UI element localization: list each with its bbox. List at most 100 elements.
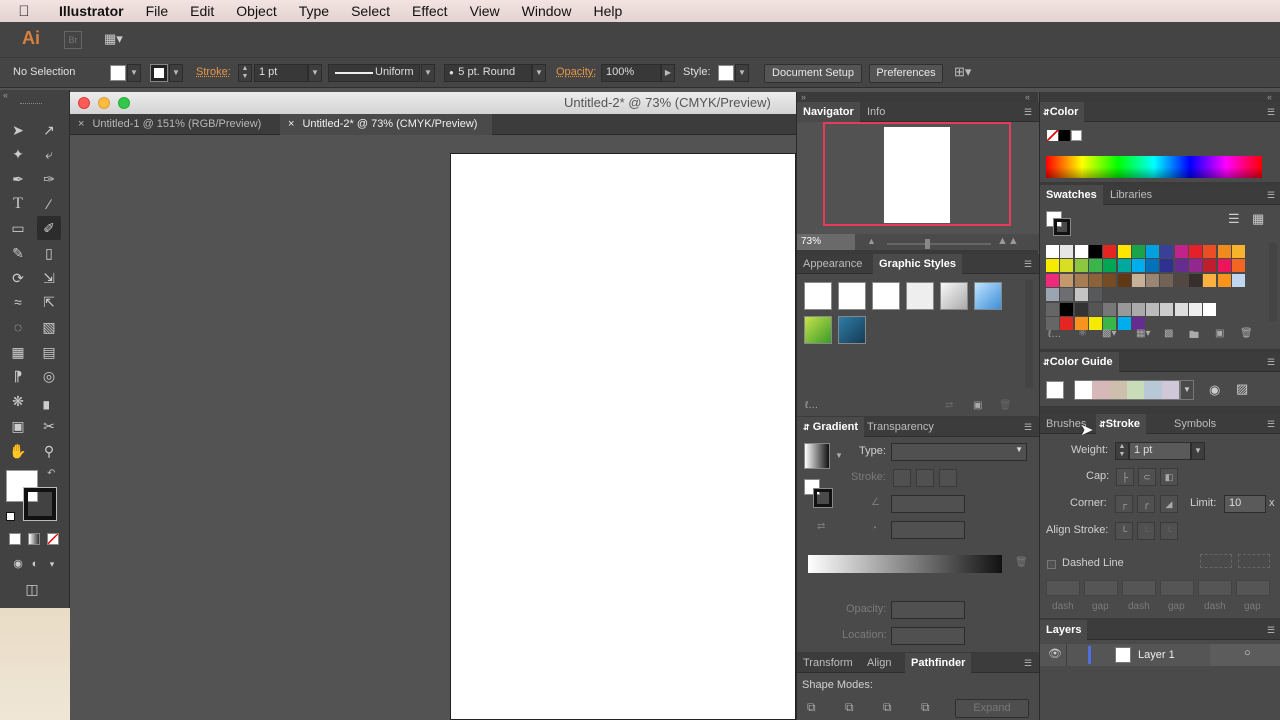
color-swatch[interactable] bbox=[1174, 245, 1188, 258]
menu-window[interactable]: Window bbox=[511, 3, 583, 19]
none-mode-icon[interactable] bbox=[47, 533, 59, 545]
stroke-weight-stepper[interactable]: ▲ ▼ bbox=[238, 64, 252, 82]
color-swatch[interactable] bbox=[1146, 259, 1160, 273]
color-swatch[interactable] bbox=[1160, 302, 1174, 316]
weight-input[interactable]: 1 pt bbox=[1129, 442, 1191, 460]
swatch-stroke-indicator[interactable] bbox=[1053, 218, 1071, 236]
color-swatch[interactable] bbox=[1103, 245, 1117, 258]
tab-pathfinder[interactable]: Pathfinder bbox=[905, 653, 972, 673]
color-swatch[interactable] bbox=[1117, 259, 1131, 273]
menu-edit[interactable]: Edit bbox=[179, 3, 225, 19]
document-title-bar[interactable]: Untitled-2* @ 73% (CMYK/Preview) bbox=[70, 92, 796, 114]
layer-name[interactable]: Layer 1 bbox=[1138, 649, 1175, 661]
artboard-tool-icon[interactable]: ▣ bbox=[6, 414, 30, 438]
pen-tool-icon[interactable]: ✒ bbox=[6, 167, 30, 191]
profile-dropdown-arrow[interactable]: ▼ bbox=[421, 64, 435, 82]
panel-collapse-icon[interactable]: ⇵ bbox=[803, 423, 810, 432]
color-swatch[interactable] bbox=[1231, 273, 1245, 287]
color-swatch[interactable] bbox=[1060, 245, 1074, 258]
gradient-thumbnail[interactable] bbox=[804, 443, 830, 469]
panel-menu-icon[interactable]: ☰ bbox=[1021, 657, 1035, 669]
miter-join-icon[interactable]: ┌ bbox=[1115, 495, 1133, 513]
color-none-swatch[interactable] bbox=[1047, 130, 1058, 141]
color-swatch[interactable] bbox=[1146, 245, 1160, 258]
gradient-tool-icon[interactable]: ▤ bbox=[37, 340, 61, 364]
graphic-style-teal[interactable] bbox=[838, 316, 866, 344]
document-setup-button[interactable]: Document Setup bbox=[764, 64, 862, 83]
rotate-tool-icon[interactable]: ⟳ bbox=[6, 266, 30, 290]
fill-swatch[interactable] bbox=[110, 65, 126, 81]
color-swatch[interactable] bbox=[1160, 259, 1174, 273]
show-swatch-kinds-icon[interactable]: ▩▾ bbox=[1102, 328, 1116, 339]
minus-front-icon[interactable]: ⧉ bbox=[845, 700, 854, 715]
color-swatch[interactable] bbox=[1103, 259, 1117, 273]
tab-graphic-styles[interactable]: Graphic Styles bbox=[873, 254, 963, 274]
color-swatch[interactable] bbox=[1060, 288, 1074, 302]
pencil-tool-icon[interactable]: ✎ bbox=[6, 241, 30, 265]
swap-fill-stroke-icon[interactable]: ↶ bbox=[47, 468, 55, 479]
tab-untitled-2[interactable]: × Untitled-2* @ 73% (CMYK/Preview) bbox=[280, 114, 492, 135]
menu-type[interactable]: Type bbox=[288, 3, 340, 19]
tab-align[interactable]: Align bbox=[861, 653, 897, 673]
gradient-type-select[interactable]: ▼ bbox=[891, 443, 1027, 461]
tab-info[interactable]: Info bbox=[861, 102, 891, 122]
stroke-weight-dropdown[interactable]: ▼ bbox=[308, 64, 322, 82]
graphic-style-outline[interactable] bbox=[906, 282, 934, 310]
intersect-icon[interactable]: ⧉ bbox=[883, 700, 892, 715]
save-color-group-icon[interactable]: ▨ bbox=[1236, 381, 1248, 397]
tab-color[interactable]: ⇵Color bbox=[1040, 102, 1085, 122]
new-swatch-icon[interactable]: ▣ bbox=[1215, 328, 1224, 339]
color-swatch[interactable] bbox=[1074, 245, 1088, 258]
navigator-view-box[interactable] bbox=[823, 122, 1011, 226]
gradient-stroke-box[interactable] bbox=[813, 488, 833, 508]
color-swatch[interactable] bbox=[1203, 245, 1217, 258]
color-swatch[interactable] bbox=[1074, 273, 1088, 287]
tab-libraries[interactable]: Libraries bbox=[1104, 185, 1158, 205]
tools-grip[interactable] bbox=[20, 103, 42, 105]
eraser-tool-icon[interactable]: ▯ bbox=[37, 241, 61, 265]
color-swatch[interactable] bbox=[1174, 259, 1188, 273]
harmony-color-5[interactable] bbox=[1144, 381, 1162, 399]
opacity-slider-arrow[interactable]: ▶ bbox=[661, 64, 675, 82]
stroke-color-box[interactable] bbox=[23, 487, 57, 521]
tab-color-guide[interactable]: ⇵Color Guide bbox=[1040, 352, 1119, 372]
harmony-color-1[interactable] bbox=[1075, 381, 1093, 399]
type-tool-icon[interactable]: T bbox=[6, 192, 30, 216]
list-view-icon[interactable]: ☰ bbox=[1228, 211, 1240, 227]
dashed-line-checkbox[interactable] bbox=[1047, 560, 1056, 569]
collapse-tools-icon[interactable]: « bbox=[3, 90, 8, 100]
variable-width-profile-select[interactable]: Uniform bbox=[328, 64, 420, 82]
tab-layers[interactable]: Layers bbox=[1040, 620, 1088, 640]
panel-menu-icon[interactable]: ☰ bbox=[1264, 624, 1278, 636]
color-swatch[interactable] bbox=[1117, 245, 1131, 258]
gradient-slider-bar[interactable] bbox=[808, 555, 1002, 573]
menu-effect[interactable]: Effect bbox=[401, 3, 459, 19]
direct-selection-tool-icon[interactable]: ↗ bbox=[37, 118, 61, 142]
color-swatch[interactable] bbox=[1117, 273, 1131, 287]
color-swatch[interactable] bbox=[1046, 273, 1059, 287]
color-swatch[interactable] bbox=[1160, 245, 1174, 258]
paintbrush-tool-icon[interactable]: ✐ bbox=[37, 216, 61, 240]
exclude-icon[interactable]: ⧉ bbox=[921, 700, 930, 715]
graphic-styles-scrollbar[interactable] bbox=[1025, 280, 1033, 388]
apple-icon[interactable]:  bbox=[0, 3, 48, 20]
delete-swatch-icon[interactable]: 🗑 bbox=[1240, 328, 1253, 339]
harmony-color-6[interactable] bbox=[1161, 381, 1179, 399]
panel-collapse-icon[interactable]: ⇵ bbox=[1043, 358, 1050, 367]
color-swatch[interactable] bbox=[1131, 259, 1145, 273]
slice-tool-icon[interactable]: ✂ bbox=[37, 414, 61, 438]
graphic-style-swatch[interactable] bbox=[718, 65, 734, 81]
projecting-cap-icon[interactable]: ◧ bbox=[1160, 468, 1178, 486]
column-graph-tool-icon[interactable]: ▖ bbox=[37, 389, 61, 413]
color-swatch[interactable] bbox=[1231, 245, 1245, 258]
color-swatch[interactable] bbox=[1160, 273, 1174, 287]
panel-menu-icon[interactable]: ☰ bbox=[1264, 189, 1278, 201]
navigator-preview[interactable] bbox=[797, 122, 1039, 234]
panel-menu-icon[interactable]: ☰ bbox=[1021, 106, 1035, 118]
minimize-window-button[interactable] bbox=[98, 97, 110, 109]
harmony-rules-dropdown[interactable]: ▼ bbox=[1180, 380, 1194, 400]
panel-menu-icon[interactable]: ☰ bbox=[1264, 106, 1278, 118]
swatches-scrollbar[interactable] bbox=[1269, 243, 1277, 321]
folder-icon[interactable]: 🖿 bbox=[1189, 328, 1199, 345]
color-swatch[interactable] bbox=[1146, 302, 1160, 316]
